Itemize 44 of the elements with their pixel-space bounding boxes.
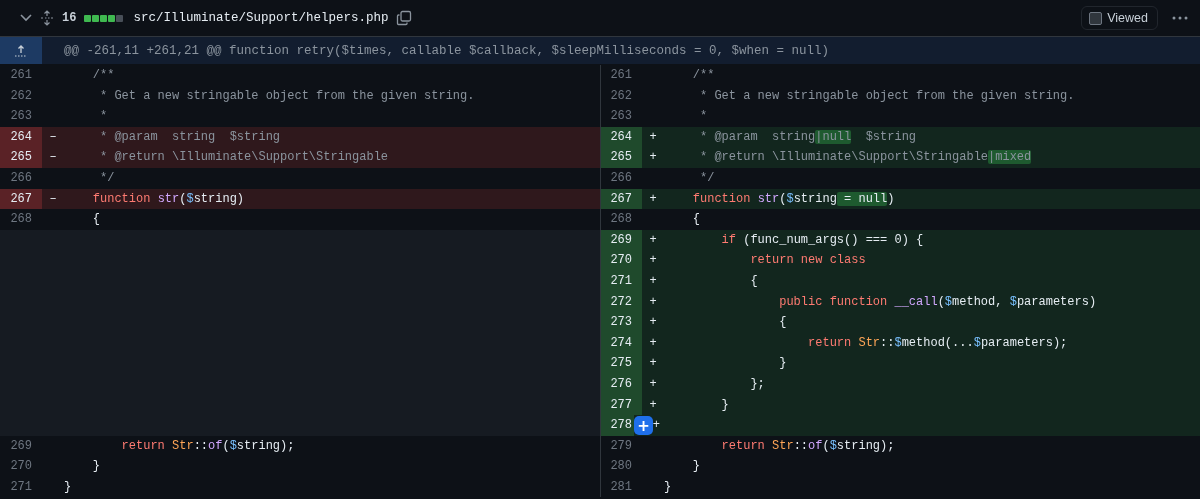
- line-number[interactable]: 264: [601, 126, 642, 148]
- viewed-toggle[interactable]: Viewed: [1081, 6, 1158, 30]
- line-number[interactable]: 267: [0, 188, 42, 210]
- diff-sign: –: [42, 147, 64, 168]
- line-number[interactable]: 277: [601, 394, 642, 416]
- line-number[interactable]: 265: [0, 147, 42, 168]
- line-number[interactable]: 267: [601, 188, 642, 210]
- chevron-down-icon[interactable]: [20, 14, 32, 22]
- line-number[interactable]: 270: [601, 250, 642, 271]
- diff-sign: –: [42, 188, 64, 210]
- diff-sign: +: [642, 394, 664, 416]
- line-number[interactable]: 276: [601, 373, 642, 395]
- line-number[interactable]: 272: [601, 291, 642, 313]
- diff-sign: +: [642, 188, 664, 210]
- expand-up-button[interactable]: [0, 37, 42, 64]
- more-options-icon[interactable]: [1172, 16, 1188, 20]
- line-number[interactable]: 273: [601, 312, 642, 333]
- line-number[interactable]: 264: [0, 126, 42, 148]
- diff-sign: +: [642, 373, 664, 395]
- change-count: 16: [62, 11, 77, 25]
- add-comment-button[interactable]: +: [634, 416, 653, 436]
- diff-sign: +: [642, 270, 664, 292]
- diff-sign: +: [642, 250, 664, 271]
- diff-sign: +: [642, 312, 664, 333]
- viewed-checkbox[interactable]: [1089, 11, 1103, 25]
- diff-sign: +: [642, 353, 664, 374]
- diffstat-bar: [84, 14, 124, 22]
- file-path: src/Illuminate/Support/helpers.php: [133, 11, 389, 25]
- hunk-header: @@ -261,11 +261,21 @@ function retry($times, callable $callback, $sleepMilliseconds = 0, $when = null): [63, 42, 830, 60]
- expand-up-icon[interactable]: [14, 43, 28, 58]
- line-number[interactable]: 275: [601, 353, 642, 374]
- diff-sign: +: [642, 126, 664, 148]
- line-number[interactable]: 274: [601, 332, 642, 354]
- copy-icon[interactable]: [396, 10, 413, 26]
- line-number[interactable]: 278: [601, 415, 634, 436]
- diff-sign: +: [642, 229, 664, 251]
- line-number[interactable]: 265: [601, 147, 642, 168]
- diff-sign: +: [642, 291, 664, 313]
- unfold-icon[interactable]: [40, 10, 54, 26]
- line-number[interactable]: 271: [601, 270, 642, 292]
- diff-sign: +: [642, 147, 664, 168]
- line-number[interactable]: 269: [601, 229, 642, 251]
- diff-sign: +: [642, 332, 664, 354]
- diff-sign: –: [42, 126, 64, 148]
